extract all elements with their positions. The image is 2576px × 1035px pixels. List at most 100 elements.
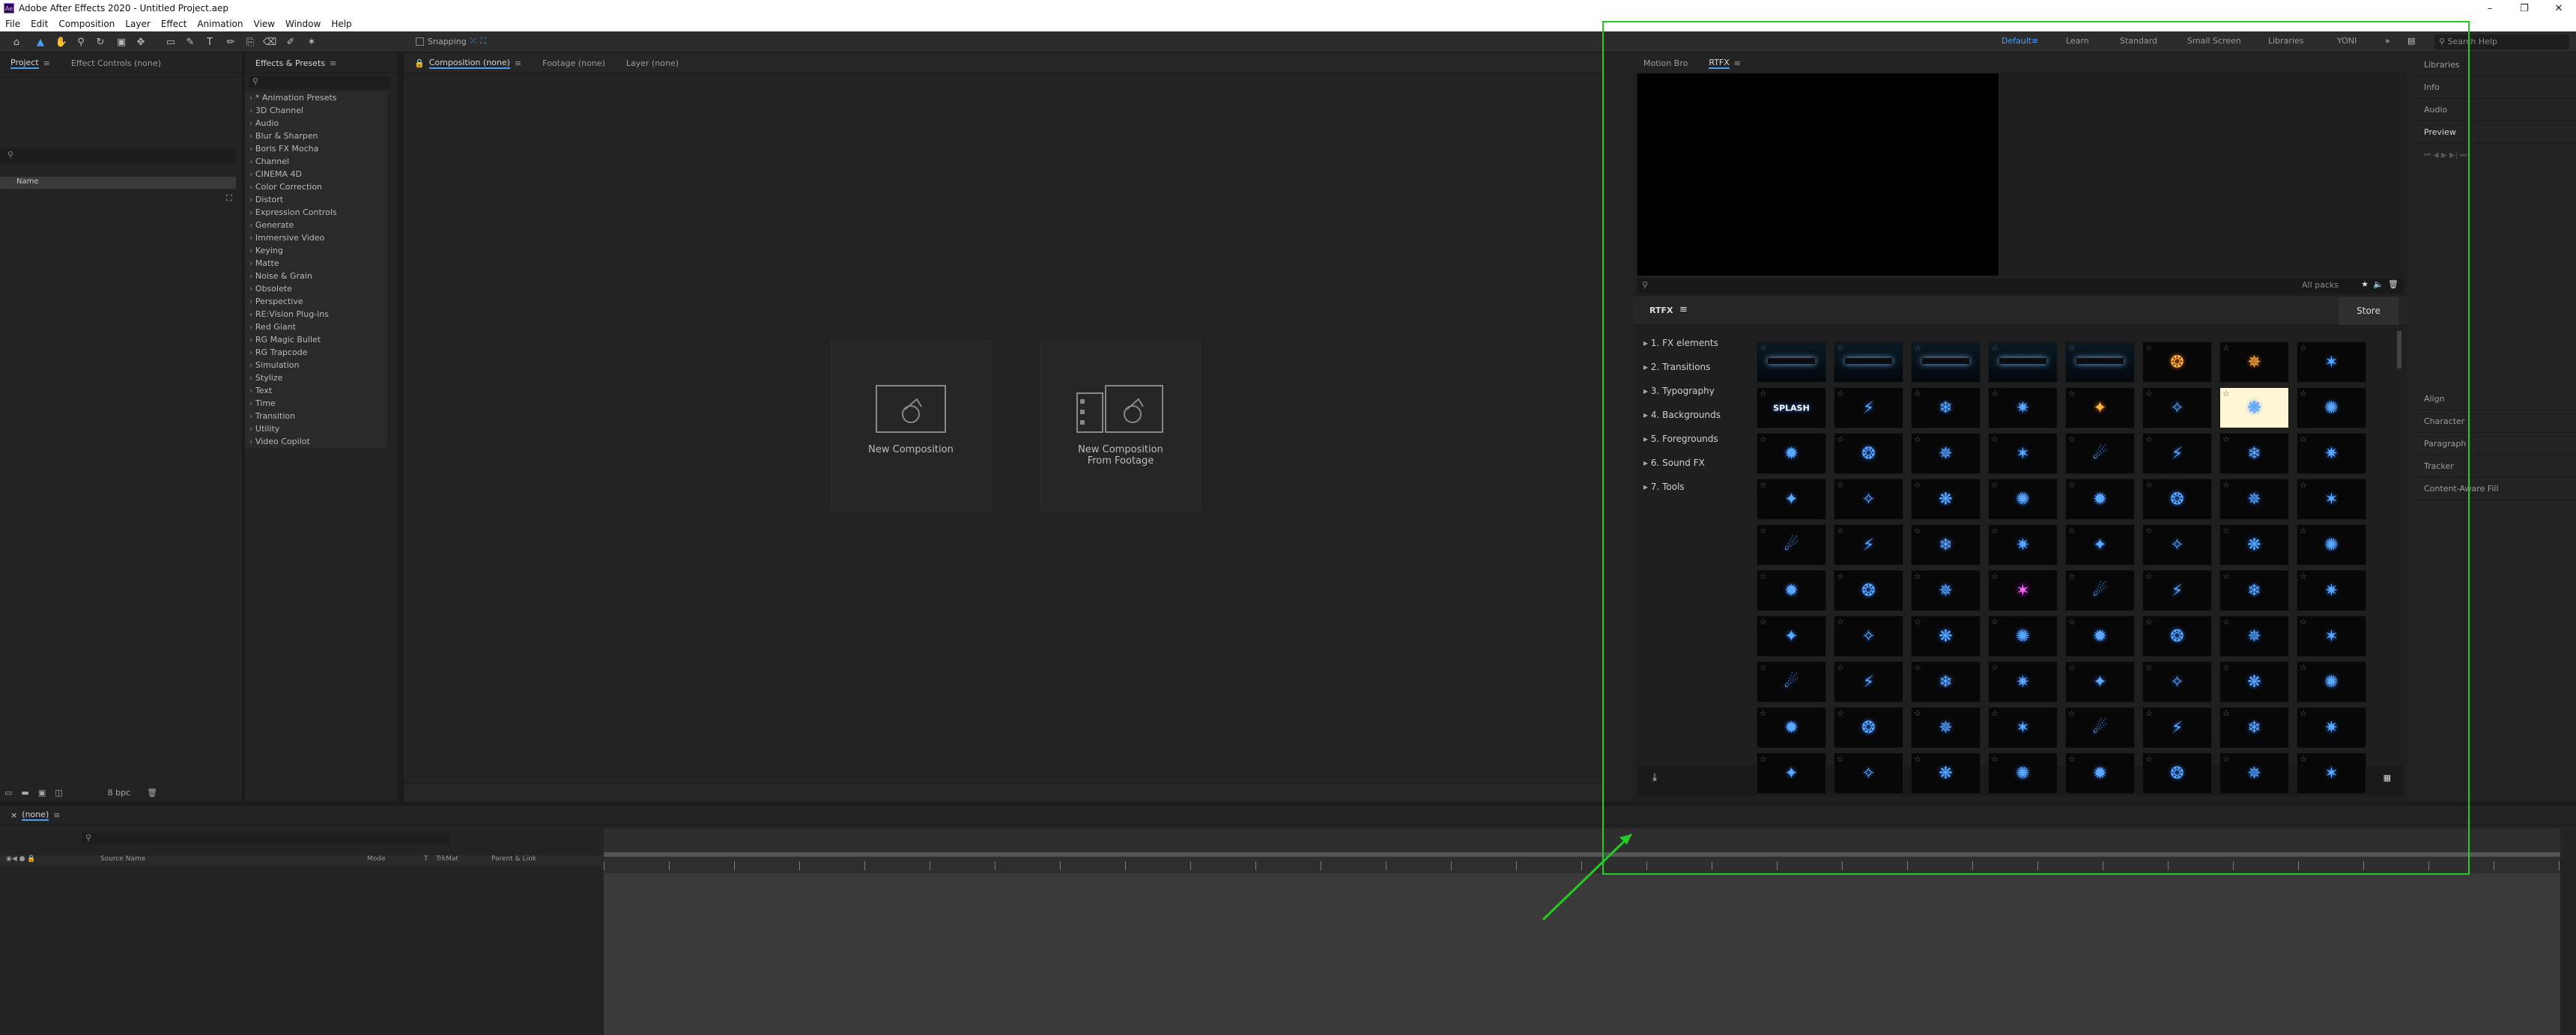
close-button[interactable]: ✕	[2542, 0, 2576, 16]
project-search-input[interactable]: ⚲	[0, 148, 236, 163]
close-tab-icon[interactable]: ×	[10, 810, 17, 820]
flowchart-icon[interactable]: ⛶	[226, 193, 232, 204]
timeline-search-input[interactable]: ⚲	[82, 833, 449, 845]
snapping-toggle[interactable]: Snapping ⤫ ⛶	[416, 36, 486, 46]
menu-composition[interactable]: Composition	[53, 19, 120, 29]
effects-search-input[interactable]: ⚲	[249, 76, 390, 88]
effects-category-item[interactable]: Keying	[245, 244, 387, 257]
effects-category-item[interactable]: Text	[245, 384, 387, 397]
effects-category-item[interactable]: Obsolete	[245, 282, 387, 295]
menu-layer[interactable]: Layer	[120, 19, 155, 29]
parent-link-column[interactable]: Parent & Link	[491, 855, 536, 863]
effects-category-item[interactable]: * Animation Presets	[245, 91, 387, 104]
selection-tool-icon[interactable]: ▲	[34, 36, 46, 48]
tab-timeline-label: (none)	[22, 810, 49, 821]
tab-effect-controls[interactable]: Effect Controls (none)	[61, 58, 172, 68]
puppet-tool-icon[interactable]: ✶	[306, 36, 318, 48]
new-composition-from-footage-card[interactable]: New Composition From Footage	[1040, 340, 1201, 511]
interpret-footage-icon[interactable]: ▭	[4, 788, 12, 798]
menu-file[interactable]: File	[0, 19, 25, 29]
panel-menu-icon[interactable]: ≡	[515, 58, 521, 68]
effects-category-item[interactable]: Utility	[245, 422, 387, 435]
tab-composition[interactable]: 🔒 Composition (none) ≡	[404, 58, 532, 69]
effects-category-item[interactable]: Boris FX Mocha	[245, 142, 387, 155]
effects-category-item[interactable]: Blur & Sharpen	[245, 130, 387, 142]
color-settings-icon[interactable]: ◫	[55, 788, 62, 798]
effects-category-item[interactable]: Perspective	[245, 295, 387, 308]
source-name-column[interactable]: Source Name	[100, 855, 145, 863]
effects-category-item[interactable]: Generate	[245, 219, 387, 231]
home-icon[interactable]: ⌂	[10, 36, 22, 48]
clone-stamp-tool-icon[interactable]: ⎘	[244, 36, 256, 48]
new-folder-icon[interactable]: ▬	[21, 788, 28, 798]
highlight-arrow	[1542, 833, 1633, 921]
effects-category-item[interactable]: Stylize	[245, 371, 387, 384]
lock-icon[interactable]: 🔒	[414, 58, 425, 68]
minimize-button[interactable]: –	[2473, 0, 2507, 16]
menu-edit[interactable]: Edit	[25, 19, 53, 29]
panel-menu-icon[interactable]: ≡	[330, 58, 336, 68]
t-column[interactable]: T	[424, 855, 428, 863]
effects-category-item[interactable]: Immersive Video	[245, 231, 387, 244]
panel-divider[interactable]	[398, 54, 404, 801]
bpc-indicator[interactable]: 8 bpc	[108, 788, 131, 798]
effects-category-item[interactable]: Video Copilot	[245, 435, 387, 448]
menu-window[interactable]: Window	[280, 19, 326, 29]
eraser-tool-icon[interactable]: ⌫	[263, 36, 276, 48]
effects-category-item[interactable]: RE:Vision Plug-ins	[245, 308, 387, 321]
effects-category-item[interactable]: Matte	[245, 257, 387, 270]
delete-icon[interactable]: 🗑	[147, 788, 157, 798]
trkmat-column[interactable]: TrkMat	[436, 855, 458, 863]
new-composition-icon[interactable]: ▣	[38, 788, 46, 798]
name-column-header[interactable]: Name	[0, 177, 236, 189]
rectangle-tool-icon[interactable]: ▭	[165, 36, 177, 48]
hand-tool-icon[interactable]: ✋	[55, 36, 67, 48]
effects-category-item[interactable]: RG Trapcode	[245, 346, 387, 359]
tab-timeline[interactable]: × (none) ≡	[0, 810, 70, 821]
tab-layer[interactable]: Layer (none)	[616, 58, 689, 68]
effects-category-item[interactable]: Audio	[245, 117, 387, 130]
maximize-button[interactable]: ❐	[2507, 0, 2542, 16]
effects-category-item[interactable]: Red Giant	[245, 321, 387, 333]
effects-category-item[interactable]: Expression Controls	[245, 206, 387, 219]
snapping-label: Snapping	[428, 36, 467, 46]
rotate-tool-icon[interactable]: ↻	[94, 36, 106, 48]
menu-view[interactable]: View	[249, 19, 280, 29]
effects-category-item[interactable]: Channel	[245, 155, 387, 168]
menu-effect[interactable]: Effect	[156, 19, 193, 29]
new-composition-icon	[876, 385, 946, 433]
tab-footage[interactable]: Footage (none)	[532, 58, 616, 68]
effects-category-item[interactable]: Color Correction	[245, 180, 387, 193]
new-composition-card[interactable]: New Composition	[831, 340, 991, 511]
film-composition-icon	[1076, 385, 1163, 433]
snap-edges-icon[interactable]: ⛶	[480, 36, 486, 46]
tab-project-label: Project	[10, 58, 39, 69]
window-title: Adobe After Effects 2020 - Untitled Proj…	[19, 3, 229, 13]
tab-project[interactable]: Project ≡	[0, 58, 61, 69]
menu-animation[interactable]: Animation	[192, 19, 248, 29]
type-tool-icon[interactable]: T	[204, 36, 216, 48]
brush-tool-icon[interactable]: ✏	[225, 36, 237, 48]
effects-category-item[interactable]: Time	[245, 397, 387, 410]
pan-behind-tool-icon[interactable]: ✥	[135, 36, 147, 48]
mode-column[interactable]: Mode	[367, 855, 386, 863]
snapping-checkbox[interactable]	[416, 37, 424, 46]
effects-category-item[interactable]: Transition	[245, 410, 387, 422]
effects-category-item[interactable]: Noise & Grain	[245, 270, 387, 282]
effects-category-item[interactable]: 3D Channel	[245, 104, 387, 117]
after-effects-logo-icon: Ae	[4, 3, 14, 13]
tab-effects-presets[interactable]: Effects & Presets ≡	[245, 58, 347, 68]
menu-help[interactable]: Help	[326, 19, 357, 29]
composition-viewer-panel: 🔒 Composition (none) ≡ Footage (none) Laye…	[404, 54, 1602, 803]
panel-menu-icon[interactable]: ≡	[43, 58, 50, 68]
panel-menu-icon[interactable]: ≡	[53, 810, 60, 820]
snap-icon[interactable]: ⤫	[470, 36, 477, 46]
effects-category-item[interactable]: Distort	[245, 193, 387, 206]
effects-category-item[interactable]: CINEMA 4D	[245, 168, 387, 180]
effects-category-item[interactable]: Simulation	[245, 359, 387, 371]
pen-tool-icon[interactable]: ✎	[184, 36, 196, 48]
effects-category-item[interactable]: RG Magic Bullet	[245, 333, 387, 346]
camera-tool-icon[interactable]: ▣	[115, 36, 127, 48]
zoom-tool-icon[interactable]: ⚲	[75, 36, 87, 48]
roto-brush-tool-icon[interactable]: ✐	[285, 36, 297, 48]
